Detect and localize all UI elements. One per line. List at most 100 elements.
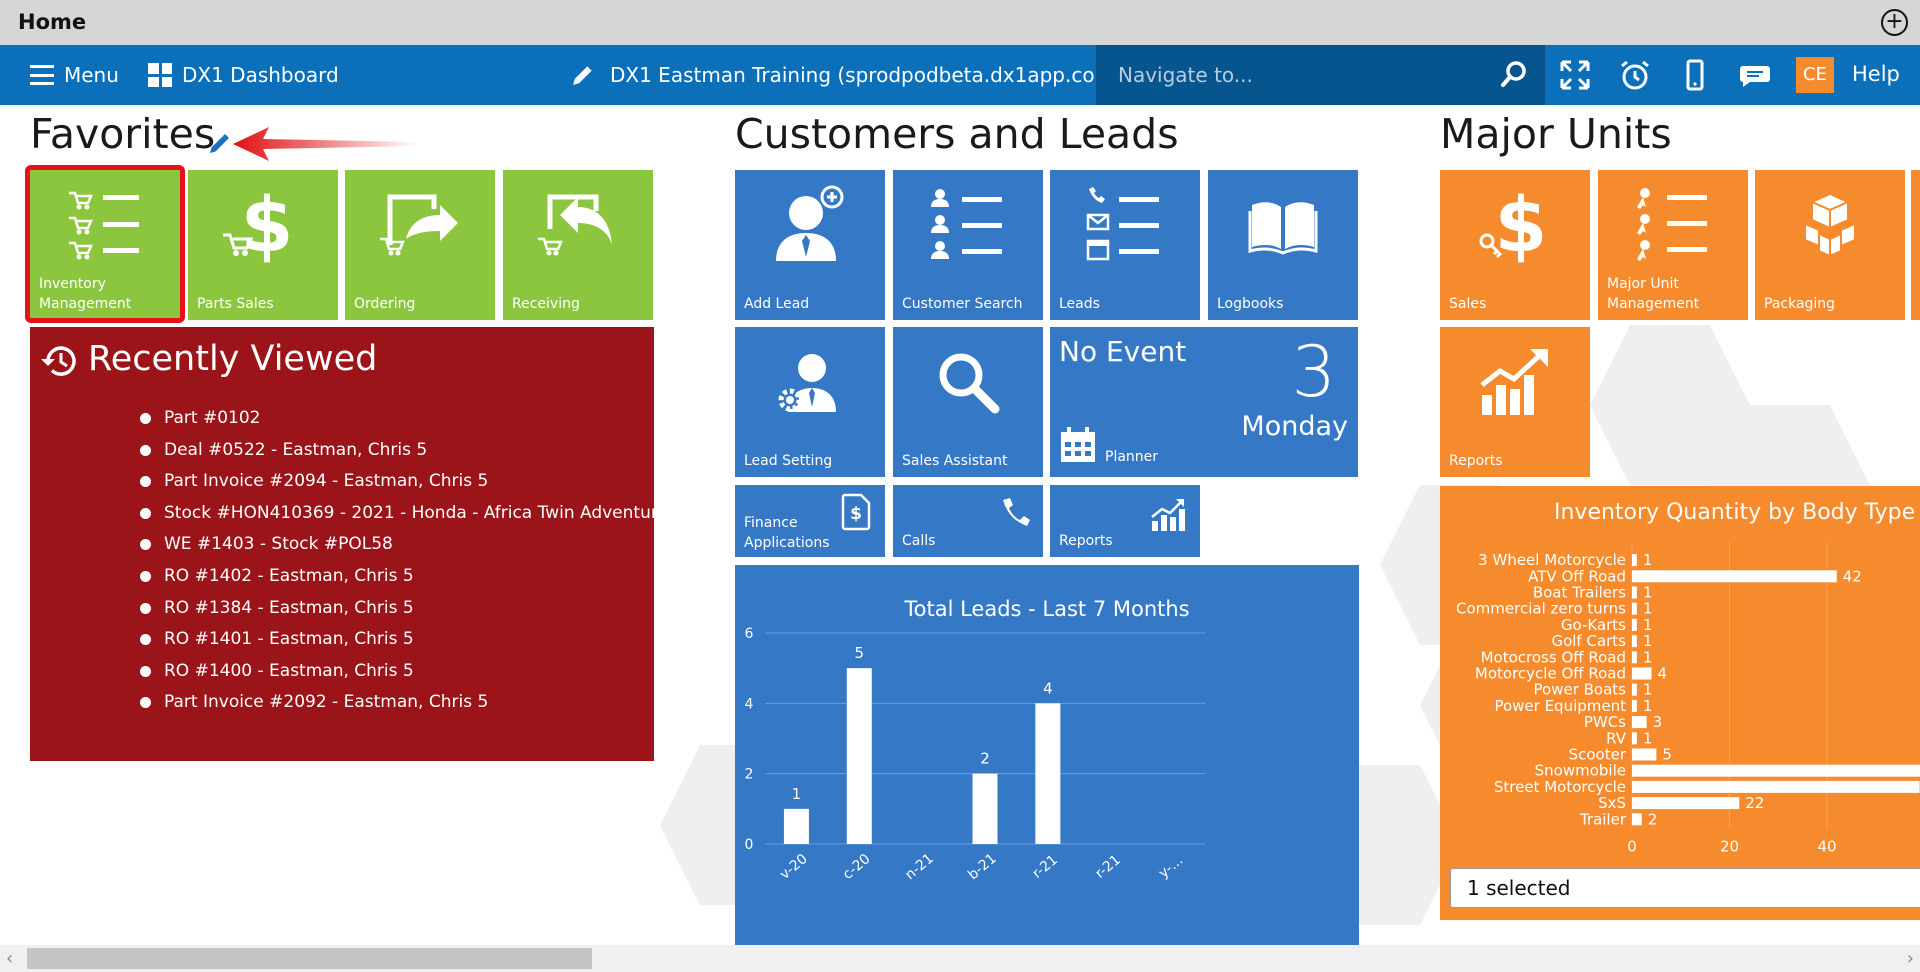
recent-item[interactable]: RO #1402 - Eastman, Chris 5	[134, 561, 690, 593]
dashboard-button[interactable]: DX1 Dashboard	[148, 45, 339, 105]
dollar-cart-icon: $	[188, 170, 338, 280]
tile-cutoff	[1911, 170, 1920, 320]
user-avatar[interactable]: CE	[1796, 57, 1834, 93]
recent-item[interactable]: Stock #HON410369 - 2021 - Honda - Africa…	[134, 498, 690, 530]
scroll-right-arrow-icon[interactable]: ›	[1907, 948, 1914, 969]
bar	[1632, 602, 1637, 615]
planner-event: No Event	[1059, 335, 1187, 368]
bar-value-label: 1	[792, 785, 802, 803]
hamburger-icon	[30, 65, 54, 85]
y-tick-label: 4	[745, 696, 754, 712]
phone-icon	[1003, 498, 1030, 526]
bar	[1632, 618, 1637, 631]
bar-value-label: 1	[1643, 729, 1653, 747]
recent-item[interactable]: RO #1401 - Eastman, Chris 5	[134, 624, 690, 656]
tile-logbooks[interactable]: Logbooks	[1208, 170, 1358, 320]
bar	[1632, 699, 1637, 712]
recent-item[interactable]: Part Invoice #2092 - Eastman, Chris 5	[134, 687, 690, 719]
tile-major-unit-management[interactable]: Major Unit Management	[1598, 170, 1748, 320]
svg-text:$: $	[1495, 183, 1548, 267]
alarm-clock-icon[interactable]	[1618, 58, 1652, 92]
edit-favorites-pencil-icon[interactable]	[207, 132, 231, 156]
tile-planner[interactable]: No Event 3 Monday Planner	[1050, 327, 1358, 477]
bar	[1632, 635, 1637, 648]
boxes-icon	[1755, 170, 1905, 280]
tile-ordering[interactable]: Ordering	[345, 170, 495, 320]
navigate-search[interactable]: Navigate to...	[1096, 45, 1545, 105]
tile-label: Add Lead	[744, 296, 810, 312]
y-tick-label: 0	[745, 837, 754, 853]
x-tick-label: r-21	[1092, 852, 1124, 882]
bar	[1632, 651, 1637, 664]
recent-item[interactable]: Deal #0522 - Eastman, Chris 5	[134, 435, 690, 467]
recent-item[interactable]: RO #1400 - Eastman, Chris 5	[134, 656, 690, 688]
site-selector[interactable]: DX1 Eastman Training (sprodpodbeta.dx1ap…	[570, 45, 1122, 105]
bar-value-label: 4	[1043, 679, 1053, 697]
tile-label: Calls	[902, 533, 936, 549]
recent-item[interactable]: Part Invoice #2094 - Eastman, Chris 5	[134, 466, 690, 498]
inventory-chart-plot: 0204063 Wheel Motorcycle1ATV Off Road42B…	[1456, 542, 1920, 855]
bar	[1035, 703, 1061, 844]
inventory-body-type-chart: Inventory Quantity by Body Type 0204063 …	[1440, 486, 1920, 920]
annotation-arrow-icon	[233, 127, 418, 161]
recent-item[interactable]: Part #0102	[134, 403, 690, 435]
total-leads-chart: Total Leads - Last 7 Months 0 2 4 6 1 v-20 5 c-…	[735, 565, 1359, 947]
favorites-title: Favorites	[30, 110, 216, 158]
recent-item[interactable]: RO #1384 - Eastman, Chris 5	[134, 593, 690, 625]
menu-button[interactable]: Menu	[30, 45, 119, 105]
tile-label: Reports	[1449, 453, 1503, 469]
bar	[846, 668, 872, 844]
planner-day-name: Monday	[1241, 411, 1348, 442]
tile-packaging[interactable]: Packaging	[1755, 170, 1905, 320]
tile-label: Parts Sales	[197, 296, 274, 312]
tile-reports-customers[interactable]: Reports	[1050, 485, 1200, 557]
chat-icon[interactable]	[1738, 58, 1772, 92]
tile-customer-search[interactable]: Customer Search	[893, 170, 1043, 320]
mobile-phone-icon[interactable]	[1678, 58, 1712, 92]
tile-reports-major-units[interactable]: Reports	[1440, 327, 1590, 477]
y-tick-label: 6	[745, 626, 754, 642]
tile-label: Sales	[1449, 296, 1487, 312]
tile-parts-sales[interactable]: $ Parts Sales	[188, 170, 338, 320]
body-type-selector[interactable]: 1 selected	[1450, 868, 1920, 908]
tile-add-lead[interactable]: Add Lead	[735, 170, 885, 320]
selection-highlight-box	[25, 165, 185, 323]
fullscreen-icon[interactable]	[1558, 58, 1592, 92]
tile-label: Leads	[1059, 296, 1100, 312]
cart-back-icon	[503, 170, 653, 280]
bar	[1632, 667, 1652, 680]
planner-label: Planner	[1105, 449, 1159, 465]
tile-leads[interactable]: Leads	[1050, 170, 1200, 320]
contact-list-icon	[1050, 170, 1200, 280]
tile-calls[interactable]: Calls	[893, 485, 1043, 557]
search-icon[interactable]	[1499, 59, 1529, 89]
scrollbar-thumb[interactable]	[27, 948, 592, 969]
tile-label: Lead Setting	[744, 453, 833, 469]
tile-sales-assistant[interactable]: Sales Assistant	[893, 327, 1043, 477]
tile-finance-applications[interactable]: $ Finance Applications	[735, 485, 885, 557]
tile-label: Sales Assistant	[902, 453, 1008, 469]
tile-receiving[interactable]: Receiving	[503, 170, 653, 320]
scroll-left-arrow-icon[interactable]: ‹	[6, 948, 13, 969]
x-tick-label: c-20	[840, 851, 874, 883]
x-tick-label: v-20	[777, 851, 811, 883]
bar	[1632, 554, 1637, 567]
x-tick-label: 40	[1817, 837, 1836, 855]
recent-item[interactable]: WE #1403 - Stock #POL58	[134, 529, 690, 561]
bar-value-label: 2	[980, 750, 990, 768]
bar	[1632, 764, 1920, 777]
tile-label: Logbooks	[1217, 296, 1284, 312]
search-input[interactable]: Navigate to...	[1118, 63, 1253, 87]
bar-value-label: 3	[1653, 713, 1663, 731]
horizontal-scrollbar[interactable]: ‹ ›	[0, 945, 1920, 972]
tile-sales[interactable]: $ Sales	[1440, 170, 1590, 320]
tile-lead-setting[interactable]: Lead Setting	[735, 327, 885, 477]
add-tab-icon[interactable]: +	[1881, 9, 1908, 36]
bar	[1632, 780, 1920, 793]
customers-and-leads-title: Customers and Leads	[735, 110, 1179, 158]
pencil-icon	[573, 66, 592, 85]
bar	[1632, 683, 1637, 696]
help-link[interactable]: Help	[1852, 62, 1900, 86]
tile-label: Customer Search	[902, 296, 1023, 312]
history-icon	[41, 346, 76, 376]
